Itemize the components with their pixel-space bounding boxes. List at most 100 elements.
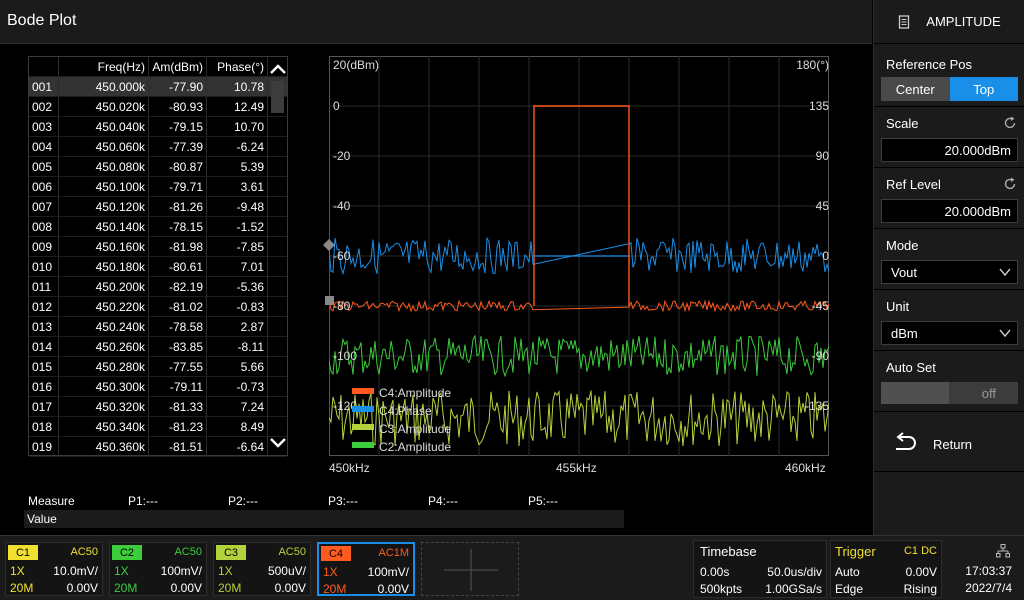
return-arrow-icon (896, 432, 916, 450)
table-row[interactable]: 018 450.340k -81.23 8.49 (29, 417, 287, 437)
row-freq: 450.360k (59, 437, 149, 456)
row-amplitude: -80.87 (149, 157, 207, 176)
y-left-tick: -100 (333, 349, 358, 363)
legend-label: C4:Phase (379, 404, 432, 418)
row-index: 002 (29, 97, 59, 116)
channel-box-c4[interactable]: C4 AC1M 1X 100mV/20M 0.00V (317, 542, 415, 596)
auto-set-toggle[interactable]: off (881, 382, 1018, 404)
row-index: 008 (29, 217, 59, 236)
channel-box-c1[interactable]: C1 AC50 1X 10.0mV/20M 0.00V (5, 542, 103, 596)
y-right-unit: 180(°) (796, 58, 829, 72)
row-index: 003 (29, 117, 59, 136)
trigger-slope: Rising (903, 582, 937, 596)
table-row[interactable]: 009 450.160k -81.98 -7.85 (29, 237, 287, 257)
channel-box-c2[interactable]: C2 AC50 1X 100mV/20M 0.00V (109, 542, 207, 596)
table-row[interactable]: 016 450.300k -79.11 -0.73 (29, 377, 287, 397)
channel-probe: 1X (323, 565, 338, 579)
row-phase: 5.39 (240, 159, 264, 174)
table-row[interactable]: 005 450.080k -80.87 5.39 (29, 157, 287, 177)
bode-data-table[interactable]: Freq(Hz) Am(dBm) Phase(°) 001 450.000k -77… (28, 56, 288, 457)
channel-tag: C2 (112, 545, 142, 560)
table-row[interactable]: 019 450.360k -81.51 -6.64 (29, 437, 287, 457)
table-row[interactable]: 010 450.180k -80.61 7.01 (29, 257, 287, 277)
panel-header[interactable]: AMPLITUDE (874, 0, 1024, 44)
row-amplitude: -77.90 (149, 77, 207, 96)
timebase-box[interactable]: Timebase 0.00s 50.0us/div 500kpts 1.00GS… (693, 540, 827, 598)
mode-dropdown[interactable]: Vout (881, 260, 1018, 284)
y-left-tick: -20 (333, 149, 351, 163)
table-row[interactable]: 008 450.140k -78.15 -1.52 (29, 217, 287, 237)
table-scrollbar[interactable] (267, 57, 287, 455)
row-index: 004 (29, 137, 59, 156)
scroll-down-icon[interactable] (269, 435, 287, 451)
scroll-up-icon[interactable] (269, 61, 287, 77)
row-phase: -6.64 (236, 439, 264, 454)
reference-pos-center[interactable]: Center (881, 77, 950, 101)
table-row[interactable]: 002 450.020k -80.93 12.49 (29, 97, 287, 117)
table-row[interactable]: 007 450.120k -81.26 -9.48 (29, 197, 287, 217)
table-row[interactable]: 014 450.260k -83.85 -8.11 (29, 337, 287, 357)
table-row[interactable]: 011 450.200k -82.19 -5.36 (29, 277, 287, 297)
table-row[interactable]: 015 450.280k -77.55 5.66 (29, 357, 287, 377)
y-right-tick: 0 (822, 249, 829, 263)
row-index: 017 (29, 397, 59, 416)
row-index: 014 (29, 337, 59, 356)
y-left-tick: -80 (333, 299, 351, 313)
clock-box[interactable]: 17:03:37 2022/7/4 (946, 540, 1022, 598)
table-row[interactable]: 001 450.000k -77.90 10.78 (29, 77, 287, 97)
ref-level-section: Ref Level 20.000dBm (874, 168, 1024, 229)
ref-level-field[interactable]: 20.000dBm (881, 199, 1018, 223)
table-row[interactable]: 013 450.240k -78.58 2.87 (29, 317, 287, 337)
header-freq: Freq(Hz) (59, 57, 149, 76)
header-index (29, 57, 59, 76)
row-index: 018 (29, 417, 59, 436)
auto-set-section: Auto Set off (874, 351, 1024, 412)
unit-dropdown[interactable]: dBm (881, 321, 1018, 345)
row-amplitude: -77.39 (149, 137, 207, 156)
channel-probe: 1X (218, 564, 233, 578)
add-channel-slot[interactable] (421, 542, 519, 596)
row-amplitude: -80.93 (149, 97, 207, 116)
y-right-tick: 90 (815, 149, 829, 163)
table-row[interactable]: 003 450.040k -79.15 10.70 (29, 117, 287, 137)
channel-box-c3[interactable]: C3 AC50 1X 500uV/20M 0.00V (213, 542, 311, 596)
channel-offset: 0.00V (274, 581, 306, 595)
table-row[interactable]: 012 450.220k -81.02 -0.83 (29, 297, 287, 317)
y-right-tick: -45 (811, 299, 829, 313)
row-freq: 450.180k (59, 257, 149, 276)
auto-set-value: off (981, 386, 996, 401)
row-freq: 450.340k (59, 417, 149, 436)
y-left-tick: 0 (333, 99, 340, 113)
row-freq: 450.240k (59, 317, 149, 336)
row-amplitude: -83.85 (149, 337, 207, 356)
timebase-delay: 0.00s (700, 565, 730, 579)
table-row[interactable]: 017 450.320k -81.33 7.24 (29, 397, 287, 417)
reset-ref-level-icon[interactable] (1003, 177, 1017, 191)
row-phase: 3.61 (240, 179, 264, 194)
trigger-title: Trigger (835, 544, 876, 559)
row-index: 007 (29, 197, 59, 216)
phase-ref-marker-icon[interactable] (323, 239, 335, 251)
scale-label: Scale (886, 116, 919, 131)
reference-pos-top[interactable]: Top (949, 77, 1018, 101)
row-index: 015 (29, 357, 59, 376)
row-freq: 450.220k (59, 297, 149, 316)
amplitude-ref-marker-icon[interactable] (325, 296, 334, 305)
table-row[interactable]: 004 450.060k -77.39 -6.24 (29, 137, 287, 157)
row-freq: 450.080k (59, 157, 149, 176)
channel-scale: 10.0mV/ (53, 564, 98, 578)
return-button[interactable]: Return (874, 412, 1024, 472)
legend-label: C3:Amplitude (379, 422, 452, 436)
channel-scale: 100mV/ (367, 565, 409, 579)
scroll-thumb[interactable] (271, 81, 284, 113)
reset-scale-icon[interactable] (1003, 116, 1017, 130)
table-row[interactable]: 006 450.100k -79.71 3.61 (29, 177, 287, 197)
measure-row: Measure P1:--- P2:--- P3:--- P4:--- P5:-… (24, 492, 624, 510)
x-tick-mid: 455kHz (556, 461, 597, 475)
row-index: 006 (29, 177, 59, 196)
channel-offset: 0.00V (170, 581, 202, 595)
scale-field[interactable]: 20.000dBm (881, 138, 1018, 162)
reference-pos-toggle[interactable]: Center Top (881, 77, 1018, 101)
x-tick-start: 450kHz (329, 461, 370, 475)
trigger-box[interactable]: Trigger C1 DC Auto 0.00V Edge Rising (830, 540, 942, 598)
